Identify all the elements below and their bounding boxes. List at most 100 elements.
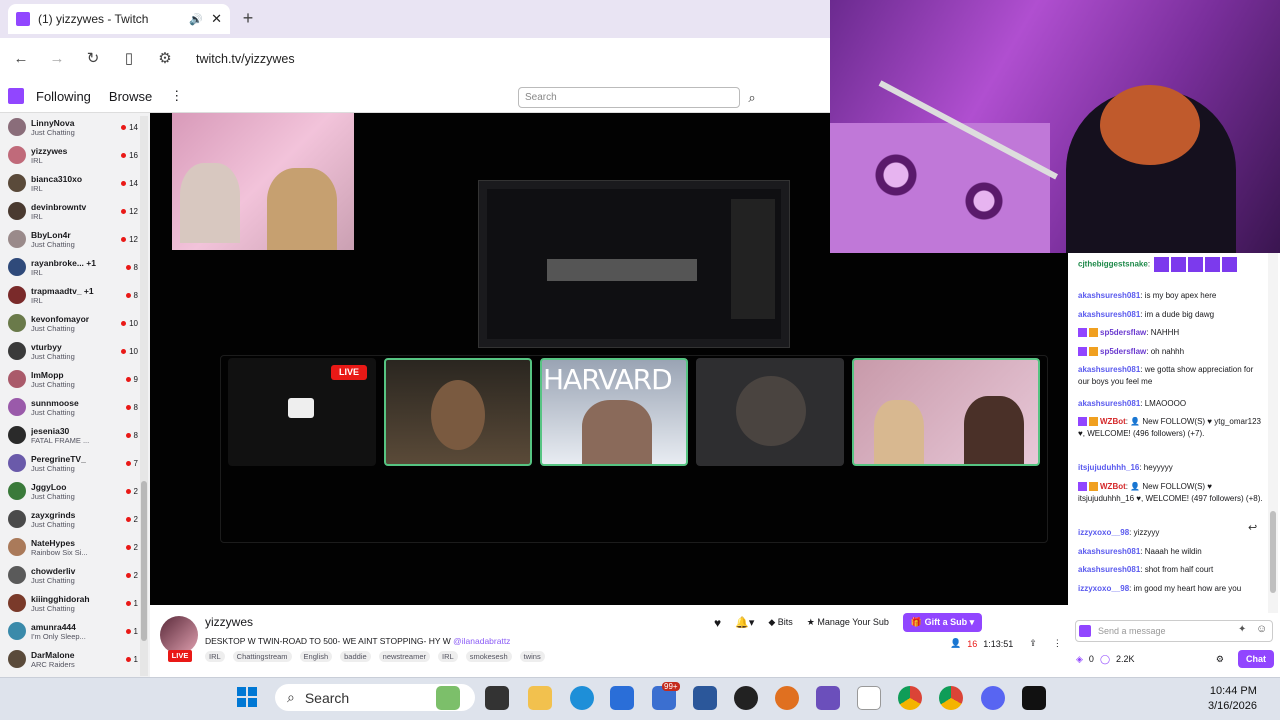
close-tab-icon[interactable]: ✕ [211, 11, 222, 27]
sidebar-channel[interactable]: yizzywes IRL 16 [0, 141, 140, 169]
chrome-icon[interactable] [898, 686, 922, 710]
stream-tag[interactable]: IRL [438, 651, 458, 662]
chat-username[interactable]: izzyxoxo__98 [1078, 528, 1129, 537]
chat-send-button[interactable]: Chat [1238, 650, 1274, 668]
twitch-logo-icon[interactable] [8, 88, 24, 104]
widgets-panda-icon[interactable] [436, 686, 460, 710]
new-tab-button[interactable]: + [238, 8, 258, 28]
share-icon[interactable]: ⇪ [1029, 638, 1037, 649]
bits-chat-icon[interactable]: ✦ [1238, 624, 1246, 635]
sidebar-channel[interactable]: ImMopp Just Chatting 9 [0, 365, 140, 393]
stream-title-mention[interactable]: @ilanadabrattz [453, 636, 510, 646]
chat-settings-icon[interactable]: ⚙ [1216, 654, 1224, 665]
sidebar-channel[interactable]: devinbrowntv IRL 12 [0, 197, 140, 225]
chat-username[interactable]: akashsuresh081 [1078, 547, 1140, 556]
twitch-search-input[interactable]: Search [518, 87, 740, 108]
channel-viewers: 14 [121, 179, 138, 188]
speaker-icon[interactable]: 🔊 [189, 13, 203, 26]
calculator-icon[interactable] [693, 686, 717, 710]
sidebar-channel[interactable]: LinnyNova Just Chatting 14 [0, 113, 140, 141]
chat-username[interactable]: akashsuresh081 [1078, 399, 1140, 408]
sidebar-scrollbar[interactable] [140, 116, 148, 676]
sidebar-channel[interactable]: trapmaadtv_ +1 IRL 8 [0, 281, 140, 309]
chat-scroll-thumb[interactable] [1270, 511, 1276, 593]
reply-icon[interactable]: ↩ [1248, 521, 1257, 534]
more-menu-icon[interactable]: ⋮ [170, 88, 183, 104]
forward-icon[interactable]: → [48, 50, 66, 68]
chat-username[interactable]: itsjujuduhhh_16 [1078, 463, 1139, 472]
browser-tab[interactable]: (1) yizzywes - Twitch 🔊 ✕ [8, 4, 230, 34]
stream-tag[interactable]: IRL [205, 651, 225, 662]
stream-tag[interactable]: baddie [340, 651, 371, 662]
app-icon-orange[interactable] [775, 686, 799, 710]
sidebar-channel[interactable]: amunra444 I'm Only Sleep... 1 [0, 617, 140, 645]
chat-username[interactable]: akashsuresh081 [1078, 365, 1140, 374]
more-options-icon[interactable]: ⋮ [1053, 638, 1062, 649]
obs-icon[interactable] [734, 686, 758, 710]
sidebar-channel[interactable]: PeregrineTV_ Just Chatting 7 [0, 449, 140, 477]
reload-icon[interactable]: ↻ [84, 50, 102, 68]
split-view-icon[interactable]: ▯ [120, 50, 138, 68]
chrome-profile-icon[interactable] [939, 686, 963, 710]
streamer-avatar[interactable] [160, 616, 198, 654]
chat-username[interactable]: WZBot [1100, 482, 1126, 491]
emote-picker-icon[interactable]: ☺ [1256, 623, 1267, 635]
sidebar-channel[interactable]: sunnmoose Just Chatting 8 [0, 393, 140, 421]
stream-tag[interactable]: smokesesh [465, 651, 512, 662]
stream-tag[interactable]: Chattingstream [232, 651, 292, 662]
channel-points-icon[interactable]: ◯ [1100, 654, 1110, 665]
sidebar-channel[interactable]: JggyLoo Just Chatting 2 [0, 477, 140, 505]
gift-badge-icon [1089, 482, 1098, 492]
file-icon[interactable] [857, 686, 881, 710]
sidebar-channel[interactable]: NateHypes Rainbow Six Si... 2 [0, 533, 140, 561]
sidebar-channel[interactable]: rayanbroke... +1 IRL 8 [0, 253, 140, 281]
following-link[interactable]: Following [36, 89, 91, 104]
sidebar-channel[interactable]: chowderliv Just Chatting 2 [0, 561, 140, 589]
site-info-icon[interactable]: ⚙ [156, 50, 174, 68]
sidebar-scroll-thumb[interactable] [141, 481, 147, 641]
sidebar-channel[interactable]: BbyLon4r Just Chatting 12 [0, 225, 140, 253]
url-field[interactable]: twitch.tv/yizzywes [196, 52, 295, 66]
discord-icon[interactable] [981, 686, 1005, 710]
stream-tag[interactable]: English [299, 651, 333, 662]
chat-username[interactable]: sp5dersflaw [1100, 328, 1146, 337]
windows-start-icon[interactable] [237, 687, 257, 707]
sidebar-channel[interactable]: kevonfomayor Just Chatting 10 [0, 309, 140, 337]
streamer-name[interactable]: yizzywes [205, 615, 253, 629]
sidebar-channel[interactable]: kiiingghidorah Just Chatting 1 [0, 589, 140, 617]
capcut-icon[interactable] [1022, 686, 1046, 710]
browse-link[interactable]: Browse [109, 89, 152, 104]
task-view-icon[interactable] [485, 686, 509, 710]
chat-scrollbar[interactable] [1268, 253, 1278, 613]
chat-username[interactable]: sp5dersflaw [1100, 347, 1146, 356]
system-clock[interactable]: 10:44 PM 3/16/2026 [1208, 684, 1257, 714]
channel-avatar [8, 510, 26, 528]
sidebar-channel[interactable]: zayxgrinds Just Chatting 2 [0, 505, 140, 533]
search-icon[interactable]: ⌕ [742, 87, 762, 108]
sidebar-channel[interactable]: jesenia30 FATAL FRAME ... 8 [0, 421, 140, 449]
back-icon[interactable]: ← [12, 50, 30, 68]
stream-tag[interactable]: twins [519, 651, 545, 662]
chat-badge-icon[interactable] [1079, 625, 1091, 637]
bits-button[interactable]: ◆ Bits [768, 617, 792, 628]
chat-username[interactable]: akashsuresh081 [1078, 565, 1140, 574]
chat-username[interactable]: akashsuresh081 [1078, 291, 1140, 300]
sidebar-channel[interactable]: vturbyy Just Chatting 10 [0, 337, 140, 365]
chat-username[interactable]: WZBot [1100, 417, 1126, 426]
notification-bell-icon[interactable]: 🔔▾ [735, 616, 754, 629]
manage-sub-button[interactable]: ★ Manage Your Sub [807, 617, 889, 628]
stream-tag[interactable]: newstreamer [378, 651, 431, 662]
edge-icon[interactable] [570, 686, 594, 710]
chat-username[interactable]: cjthebiggestsnake [1078, 260, 1148, 269]
outlook-icon[interactable] [610, 686, 634, 710]
sidebar-channel[interactable]: bianca310xo IRL 14 [0, 169, 140, 197]
chat-username[interactable]: akashsuresh081 [1078, 310, 1140, 319]
app-icon-21[interactable] [816, 686, 840, 710]
sidebar-channel[interactable]: DarMalone ARC Raiders 1 [0, 645, 140, 673]
chat-username[interactable]: izzyxoxo__98 [1078, 584, 1129, 593]
gift-sub-button[interactable]: 🎁 Gift a Sub ▾ [902, 613, 983, 632]
file-explorer-icon[interactable] [528, 686, 552, 710]
points-icon[interactable]: ◈ [1076, 654, 1083, 665]
mail-icon[interactable]: 99+ [652, 682, 680, 710]
follow-heart-icon[interactable]: ♥ [714, 616, 721, 630]
